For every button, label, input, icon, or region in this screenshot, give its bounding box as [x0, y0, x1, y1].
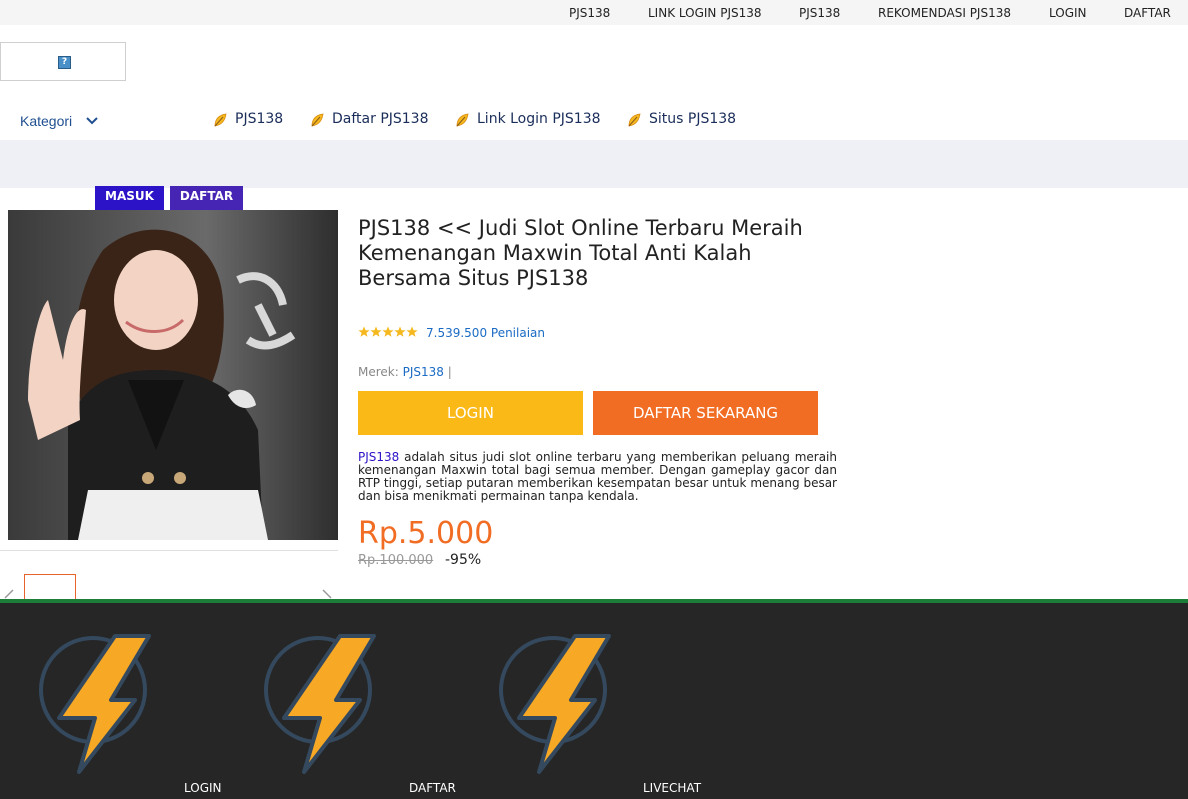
footer-daftar-label[interactable]: DAFTAR — [409, 781, 456, 795]
rating-stars — [358, 326, 418, 337]
daftar-sekarang-button[interactable]: DAFTAR SEKARANG — [593, 391, 818, 435]
top-link-daftar[interactable]: DAFTAR — [1124, 6, 1171, 20]
lightning-icon[interactable] — [497, 634, 612, 774]
product-title: PJS138 << Judi Slot Online Terbaru Merai… — [358, 216, 803, 290]
nav-item-link-login[interactable]: Link Login PJS138 — [477, 111, 601, 127]
chevron-down-icon[interactable] — [85, 114, 99, 128]
footer-login-label[interactable]: LOGIN — [184, 781, 222, 795]
nav-item-pjs138[interactable]: PJS138 — [235, 111, 283, 127]
current-price: Rp.5.000 — [358, 516, 494, 551]
original-price: Rp.100.000 — [358, 553, 434, 568]
star-icon — [382, 326, 394, 337]
site-logo[interactable]: ? — [0, 42, 126, 81]
thumbnail-divider — [0, 550, 338, 551]
leaf-icon — [456, 113, 469, 127]
brand-label: Merek: — [358, 365, 399, 379]
image-placeholder-icon: ? — [58, 56, 71, 69]
leaf-icon — [311, 113, 324, 127]
star-icon — [406, 326, 418, 337]
star-icon — [358, 326, 370, 337]
top-link-rekomendasi[interactable]: REKOMENDASI PJS138 — [878, 6, 1011, 20]
nav-item-daftar[interactable]: Daftar PJS138 — [332, 111, 429, 127]
top-link-login[interactable]: LOGIN — [1049, 6, 1087, 20]
top-link-pjs138[interactable]: PJS138 — [569, 6, 610, 20]
description-link[interactable]: PJS138 — [358, 450, 399, 464]
top-link-login-pjs138[interactable]: LINK LOGIN PJS138 — [648, 6, 762, 20]
nav-item-situs[interactable]: Situs PJS138 — [649, 111, 736, 127]
footer-livechat-label[interactable]: LIVECHAT — [643, 781, 701, 795]
top-bar: PJS138 LINK LOGIN PJS138 PJS138 REKOMEND… — [0, 0, 1188, 25]
brand-name[interactable]: PJS138 — [403, 365, 444, 379]
promo-band — [0, 140, 1188, 188]
login-button[interactable]: LOGIN — [358, 391, 583, 435]
discount-badge: -95% — [445, 552, 482, 568]
product-description: PJS138 adalah situs judi slot online ter… — [358, 451, 837, 503]
daftar-tag[interactable]: DAFTAR — [170, 186, 243, 210]
lightning-icon[interactable] — [37, 634, 152, 774]
lightning-icon[interactable] — [262, 634, 377, 774]
brand-row: Merek: PJS138 | — [358, 365, 452, 379]
star-icon — [370, 326, 382, 337]
top-link-pjs138-2[interactable]: PJS138 — [799, 6, 840, 20]
review-count[interactable]: 7.539.500 Penilaian — [426, 326, 545, 340]
masuk-tag[interactable]: MASUK — [95, 186, 164, 210]
product-image[interactable] — [8, 210, 338, 540]
star-icon — [394, 326, 406, 337]
category-dropdown[interactable]: Kategori — [20, 113, 72, 129]
description-text: adalah situs judi slot online terbaru ya… — [358, 450, 837, 503]
brand-separator: | — [447, 365, 452, 379]
leaf-icon — [214, 113, 227, 127]
leaf-icon — [628, 113, 641, 127]
